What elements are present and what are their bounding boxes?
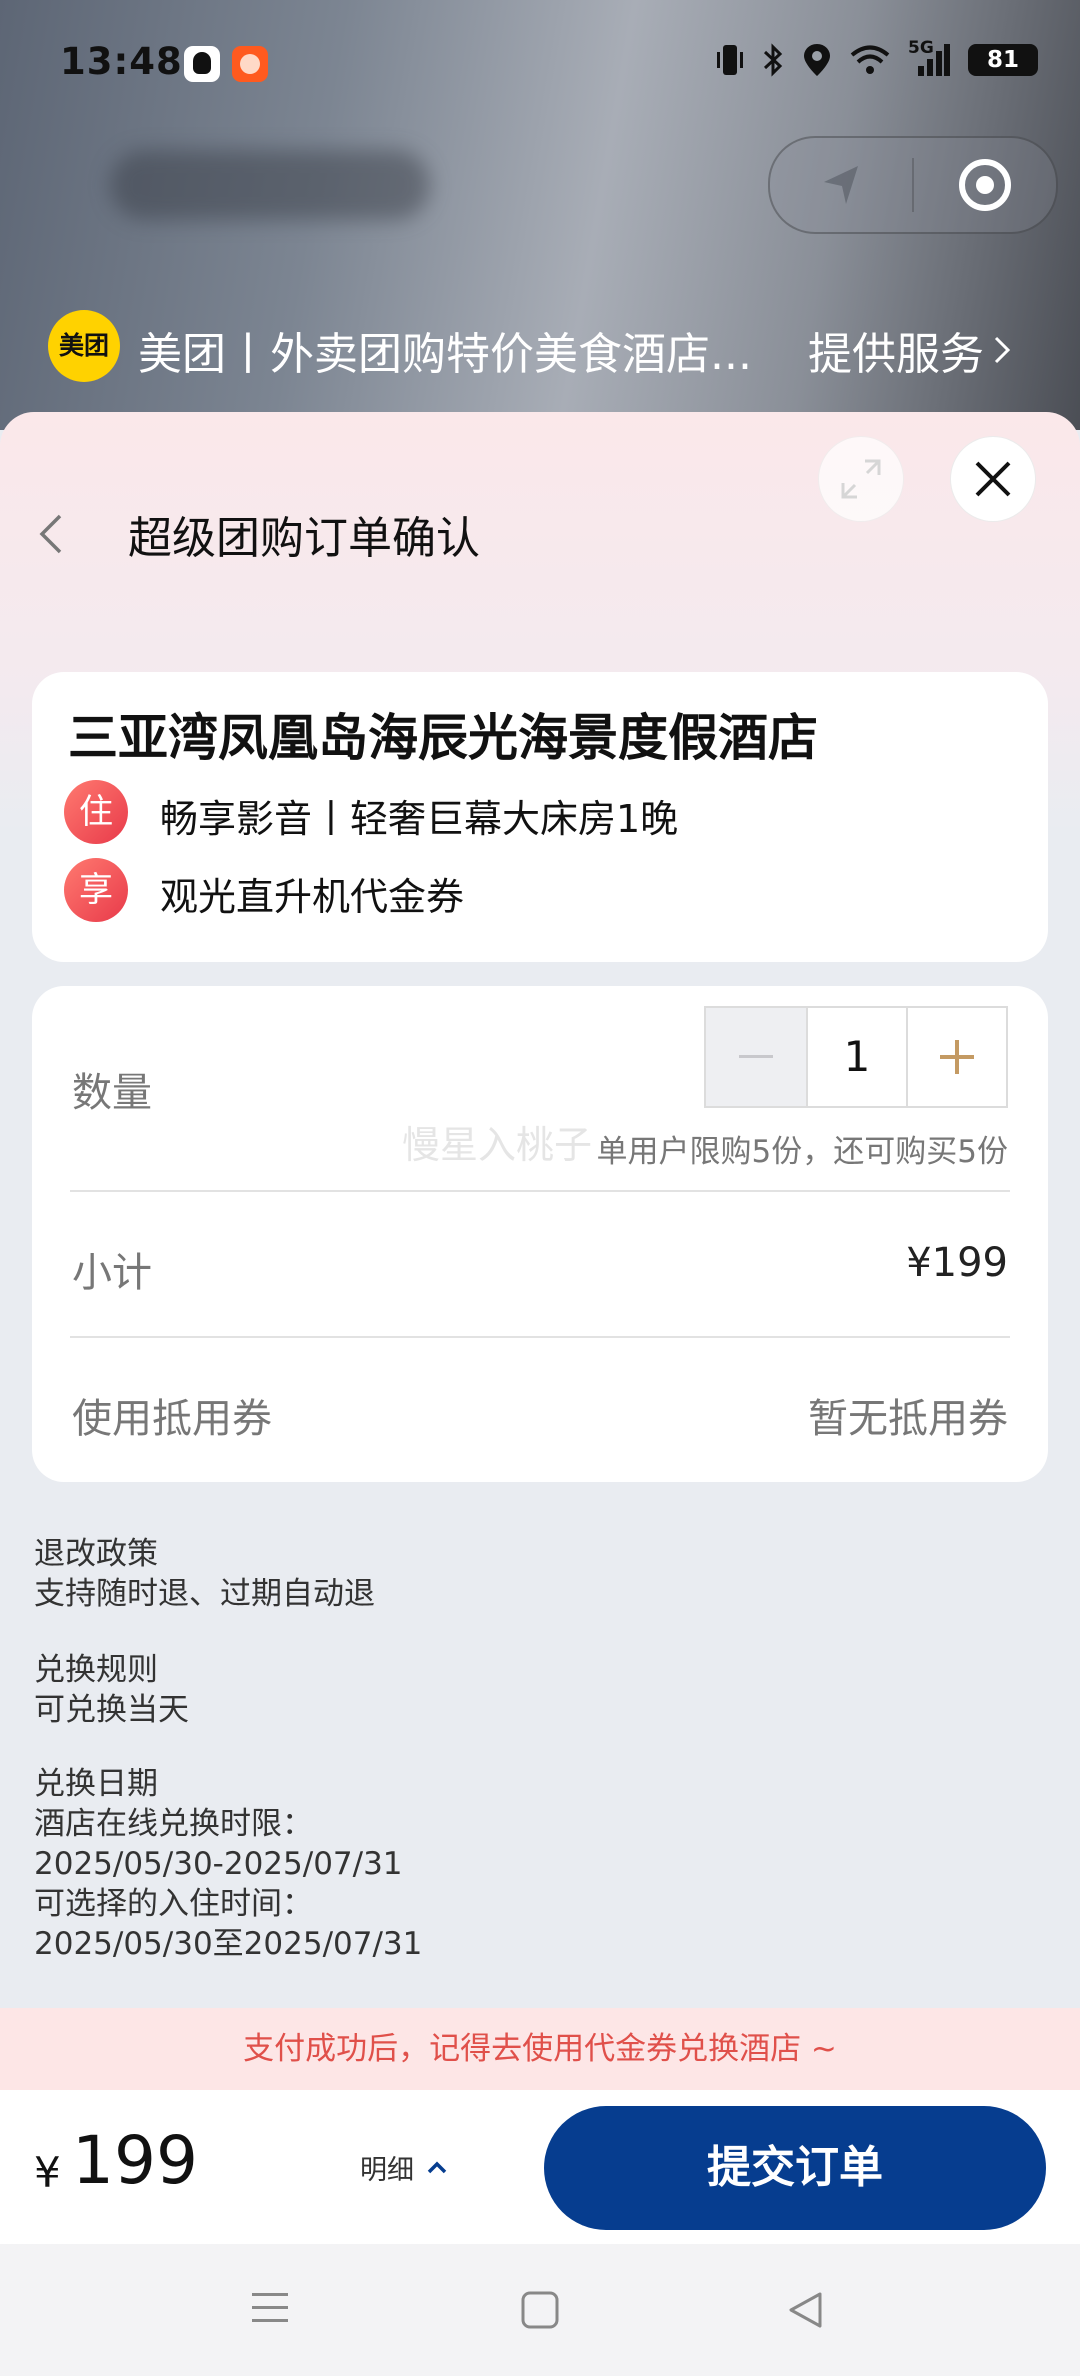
quantity-stepper: 1 (704, 1006, 1008, 1108)
exchange-rule-title: 兑换规则 (34, 1652, 158, 1688)
price-detail-label: 明细 (360, 2155, 414, 2186)
target-icon[interactable] (956, 156, 1014, 214)
refund-policy: 退改政策 支持随时退、过期自动退 (34, 1534, 375, 1614)
enjoy-item-text: 观光直升机代金券 (160, 875, 465, 919)
wifi-icon (850, 45, 890, 74)
expand-icon (841, 459, 881, 499)
meituan-logo: 美团 (48, 310, 120, 382)
bluetooth-icon (763, 43, 783, 77)
coupon-value[interactable]: 暂无抵用券 (808, 1386, 1008, 1444)
currency-symbol: ¥ (34, 2148, 61, 2197)
mini-program-capsule (768, 136, 1058, 234)
checkin-time-label: 可选择的入住时间： (34, 1886, 313, 1922)
stay-tag: 住 (64, 780, 128, 844)
enjoy-tag: 享 (64, 858, 128, 922)
mini-program-name: 美团丨外卖团购特价美食酒店... (138, 329, 752, 380)
total-price: 199 (72, 2122, 198, 2199)
menu-icon[interactable] (250, 2290, 290, 2326)
close-icon (975, 461, 1011, 497)
purchase-limit-note: 单用户限购5份，还可购买5份 (596, 1134, 1008, 1170)
capsule-divider (912, 158, 914, 212)
service-link-label: 提供服务 (808, 329, 984, 380)
service-link[interactable]: 提供服务 (808, 318, 1012, 382)
status-icons: 5G 81 (716, 38, 1038, 80)
taobao-icon (232, 46, 268, 82)
hotel-name: 三亚湾凤凰岛海辰光海景度假酒店 (68, 709, 818, 767)
subtotal-label: 小计 (72, 1250, 152, 1296)
checkin-time-range: 2025/05/30至2025/07/31 (34, 1926, 423, 1962)
decrease-button[interactable] (706, 1008, 808, 1106)
status-time: 13:48 (60, 40, 183, 83)
qq-icon (184, 46, 220, 82)
exchange-rule-text: 可兑换当天 (34, 1692, 189, 1728)
quantity-label: 数量 (72, 1070, 152, 1116)
exchange-rule: 兑换规则 可兑换当天 (34, 1650, 189, 1730)
stay-item-text: 畅享影音丨轻奢巨幕大床房1晚 (160, 797, 679, 841)
system-navigation-bar (0, 2244, 1080, 2376)
quantity-value[interactable]: 1 (808, 1008, 908, 1106)
plus-icon (940, 1040, 974, 1074)
home-icon[interactable] (520, 2290, 560, 2330)
submit-order-button[interactable]: 提交订单 (544, 2106, 1046, 2230)
refund-policy-text: 支持随时退、过期自动退 (34, 1576, 375, 1612)
navigate-arrow-icon[interactable] (818, 160, 866, 208)
expand-button[interactable] (818, 436, 904, 522)
coupon-label[interactable]: 使用抵用券 (72, 1386, 272, 1444)
watermark-text: 慢星入桃子 (402, 1123, 593, 1167)
divider (70, 1190, 1010, 1192)
back-nav-icon[interactable] (786, 2290, 824, 2330)
price-detail-button[interactable]: 明细 (360, 2148, 448, 2187)
chevron-right-icon (994, 336, 1011, 364)
location-icon (804, 44, 830, 76)
subtotal-value: ¥199 (906, 1240, 1008, 1286)
exchange-date: 兑换日期 酒店在线兑换时限： 2025/05/30-2025/07/31 可选择… (34, 1764, 422, 1964)
exchange-date-title: 兑换日期 (34, 1766, 158, 1802)
refund-policy-title: 退改政策 (34, 1536, 158, 1572)
online-exchange-label: 酒店在线兑换时限： (34, 1806, 313, 1842)
minus-icon (739, 1055, 773, 1058)
online-exchange-range: 2025/05/30-2025/07/31 (34, 1846, 403, 1882)
vibrate-icon (717, 45, 743, 75)
increase-button[interactable] (908, 1008, 1006, 1106)
battery-icon: 81 (968, 44, 1038, 76)
back-button[interactable] (30, 506, 74, 562)
divider (70, 1336, 1010, 1338)
chevron-up-icon (427, 2161, 447, 2173)
close-button[interactable] (950, 436, 1036, 522)
payment-notice: 支付成功后，记得去使用代金券兑换酒店 ~ (0, 2008, 1080, 2090)
page-title: 超级团购订单确认 (128, 513, 480, 564)
backdrop-blur-shape (110, 150, 430, 220)
chevron-left-icon (39, 514, 62, 554)
signal-icon: 5G (908, 38, 950, 78)
